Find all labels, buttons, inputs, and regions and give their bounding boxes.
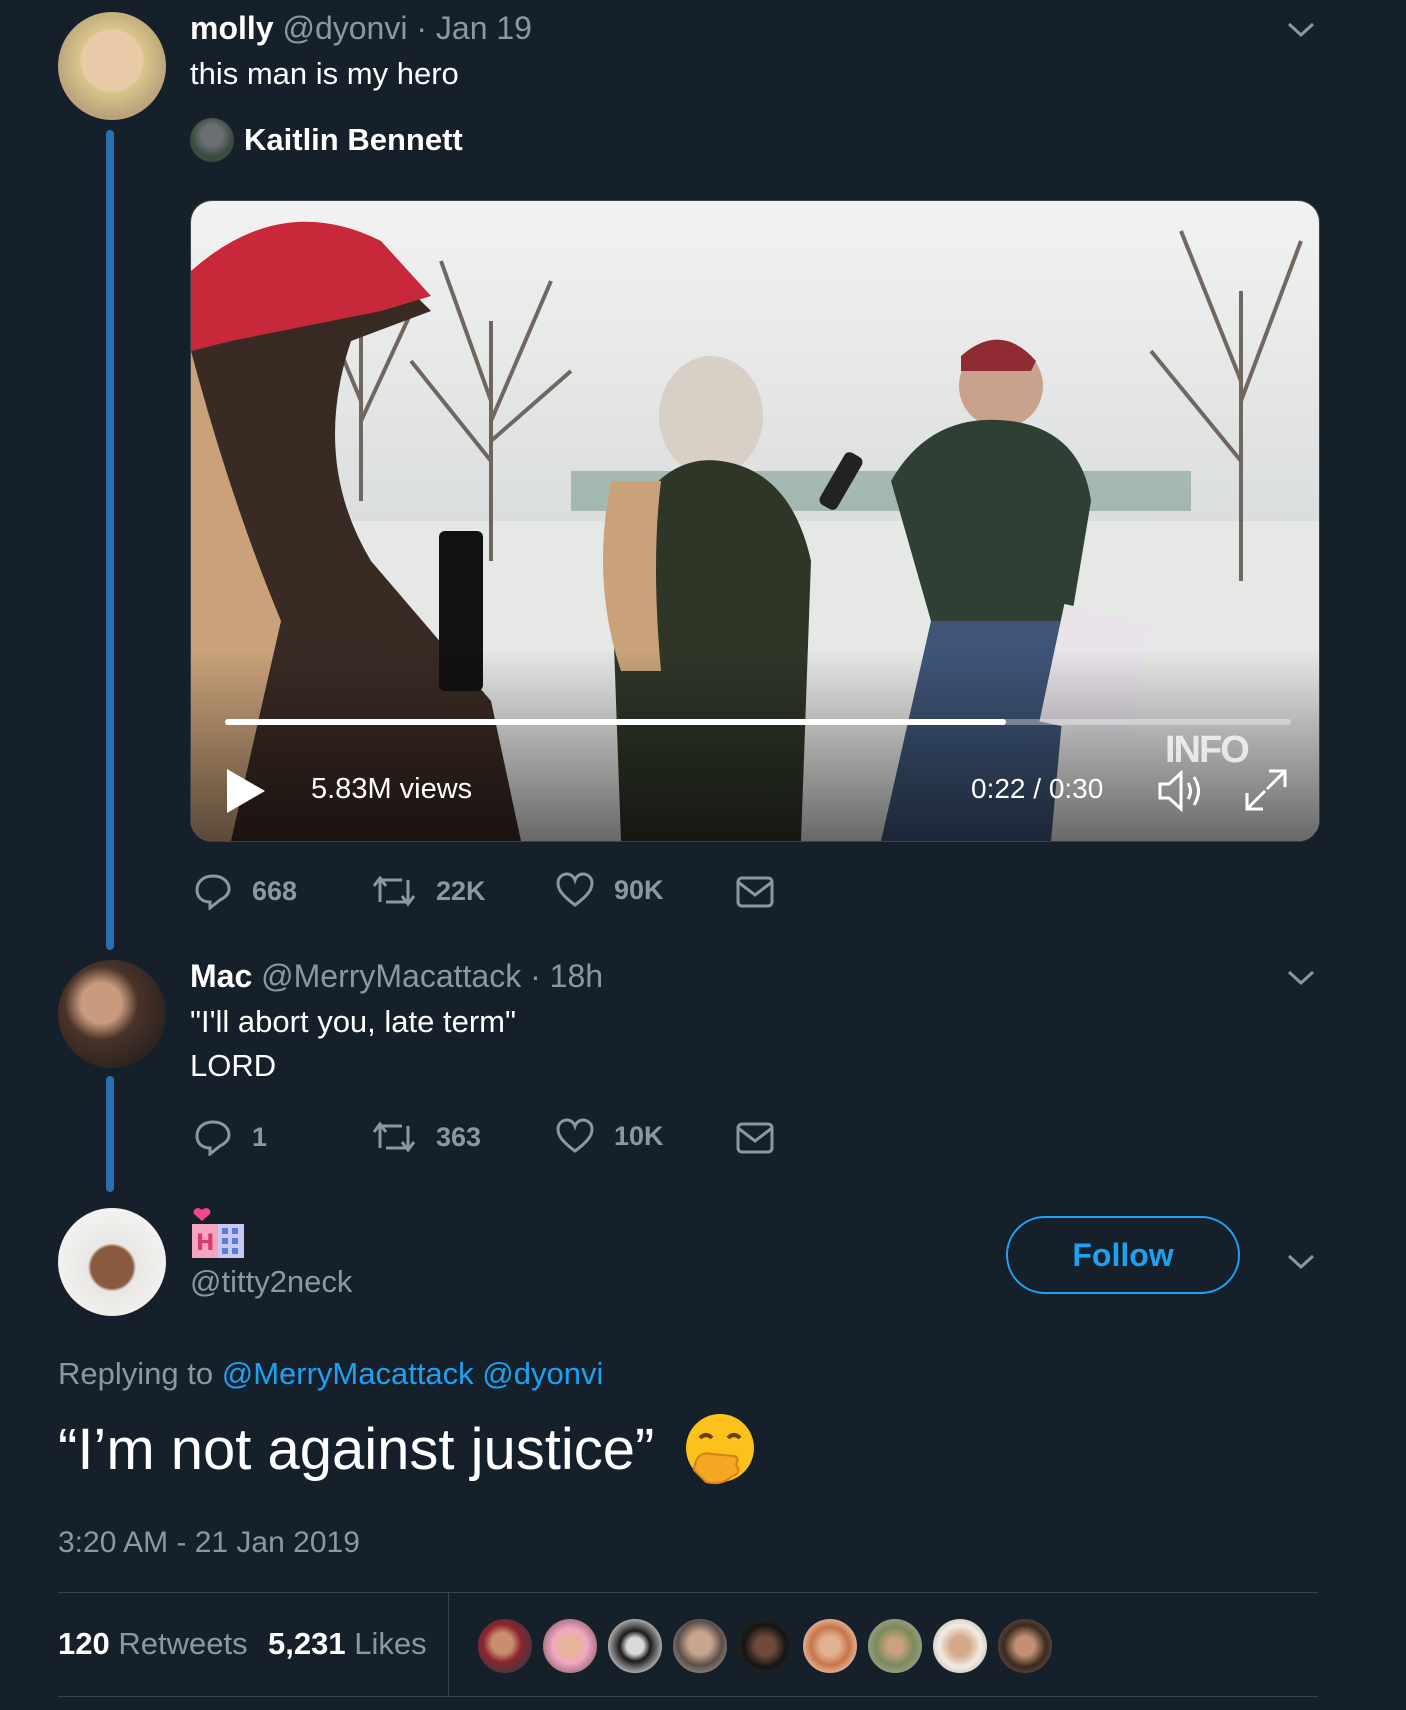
reply-count: 1 [252, 1121, 268, 1152]
video-time: 0:22 / 0:30 [971, 773, 1104, 804]
face-with-hand-over-mouth-emoji [686, 1414, 755, 1485]
like-button[interactable]: 90K [556, 872, 664, 908]
tweet-text-line: "I'll abort you, late term" [190, 1004, 516, 1039]
divider [58, 1592, 1318, 1593]
video-views: 5.83M views [311, 773, 473, 805]
likes-label: Likes [354, 1626, 427, 1661]
svg-text:H: H [196, 1231, 214, 1256]
username[interactable]: @titty2neck [190, 1264, 352, 1300]
video-frame [191, 201, 1319, 841]
quoted-name: Kaitlin Bennett [244, 122, 463, 157]
liker-avatar[interactable] [866, 1617, 924, 1675]
video-progress-bar[interactable] [225, 719, 1291, 725]
tweet-time[interactable]: · Jan 19 [416, 10, 532, 46]
tweet-text-line: LORD [190, 1048, 277, 1083]
play-icon[interactable] [225, 767, 267, 820]
avatar-molly[interactable] [58, 12, 166, 120]
chevron-down-icon[interactable] [1286, 20, 1316, 40]
quoted-account[interactable]: Kaitlin Bennett [190, 118, 463, 162]
thread-line [106, 1076, 114, 1192]
liker-avatar[interactable] [996, 1617, 1054, 1675]
chevron-down-icon[interactable] [1286, 968, 1316, 988]
avatar-quoted [190, 118, 234, 162]
reply-mention[interactable]: @dyonvi [482, 1356, 603, 1391]
follow-button[interactable]: Follow [1006, 1216, 1240, 1294]
liker-avatar[interactable] [671, 1617, 729, 1675]
dm-icon[interactable] [736, 1122, 774, 1159]
video-player[interactable]: 5.83M views INFO 0:22 / 0:30 [190, 200, 1320, 842]
display-name[interactable]: molly [190, 10, 274, 46]
liker-avatar[interactable] [541, 1617, 599, 1675]
divider [58, 1696, 1318, 1697]
username[interactable]: @MerryMacattack [261, 958, 521, 994]
heart-icon [556, 1118, 594, 1153]
reply-mention[interactable]: @MerryMacattack [222, 1356, 474, 1391]
video-watermark: INFO [1165, 729, 1250, 771]
retweet-count: 363 [436, 1121, 482, 1152]
like-button[interactable]: 10K [556, 1118, 664, 1154]
thread-line [106, 130, 114, 950]
tweet-header: Mac @MerryMacattack · 18h [190, 956, 603, 996]
liker-avatar[interactable] [931, 1617, 989, 1675]
likes-stat[interactable]: 5,231 Likes [268, 1626, 427, 1662]
retweets-label: Retweets [118, 1626, 248, 1661]
liker-avatar[interactable] [606, 1617, 664, 1675]
retweet-count: 22K [436, 875, 486, 906]
avatar-mac[interactable] [58, 960, 166, 1068]
like-count: 10K [614, 1120, 664, 1151]
liker-avatar[interactable] [801, 1617, 859, 1675]
retweet-icon [372, 1121, 416, 1153]
like-count: 90K [614, 874, 664, 905]
video-progress-fill [225, 719, 1007, 725]
liker-avatar[interactable] [476, 1617, 534, 1675]
replying-to: Replying to @MerryMacattack @dyonvi [58, 1356, 603, 1392]
tweet-time[interactable]: · 18h [530, 958, 603, 994]
retweets-stat[interactable]: 120 Retweets [58, 1626, 248, 1662]
display-name[interactable]: Mac [190, 958, 252, 994]
retweets-count: 120 [58, 1626, 110, 1661]
tweet-header: molly @dyonvi · Jan 19 [190, 8, 532, 48]
likes-count: 5,231 [268, 1626, 346, 1661]
heart-icon [556, 872, 594, 907]
main-tweet-text: “I’m not against justice” [58, 1417, 655, 1482]
reply-icon [195, 874, 231, 910]
tweet-text: this man is my hero [190, 56, 459, 91]
volume-icon[interactable] [1157, 767, 1207, 820]
chevron-down-icon[interactable] [1286, 1252, 1316, 1272]
retweet-button[interactable]: 363 [372, 1118, 481, 1156]
replying-prefix: Replying to [58, 1356, 214, 1391]
timestamp[interactable]: 3:20 AM - 21 Jan 2019 [58, 1526, 360, 1560]
avatar-titty2neck[interactable] [58, 1208, 166, 1316]
username[interactable]: @dyonvi [282, 10, 407, 46]
dm-icon[interactable] [736, 876, 774, 913]
main-tweet-text-row: “I’m not against justice” [58, 1412, 758, 1488]
reply-button[interactable]: 668 [194, 872, 297, 910]
liker-avatar[interactable] [736, 1617, 794, 1675]
retweet-button[interactable]: 22K [372, 872, 486, 910]
fullscreen-icon[interactable] [1243, 767, 1289, 818]
reply-count: 668 [252, 875, 298, 906]
reply-button[interactable]: 1 [194, 1118, 267, 1156]
love-hotel-emoji: H [190, 1206, 246, 1263]
reply-icon [195, 1120, 231, 1156]
retweet-icon [372, 875, 416, 907]
stats-divider [448, 1592, 449, 1696]
